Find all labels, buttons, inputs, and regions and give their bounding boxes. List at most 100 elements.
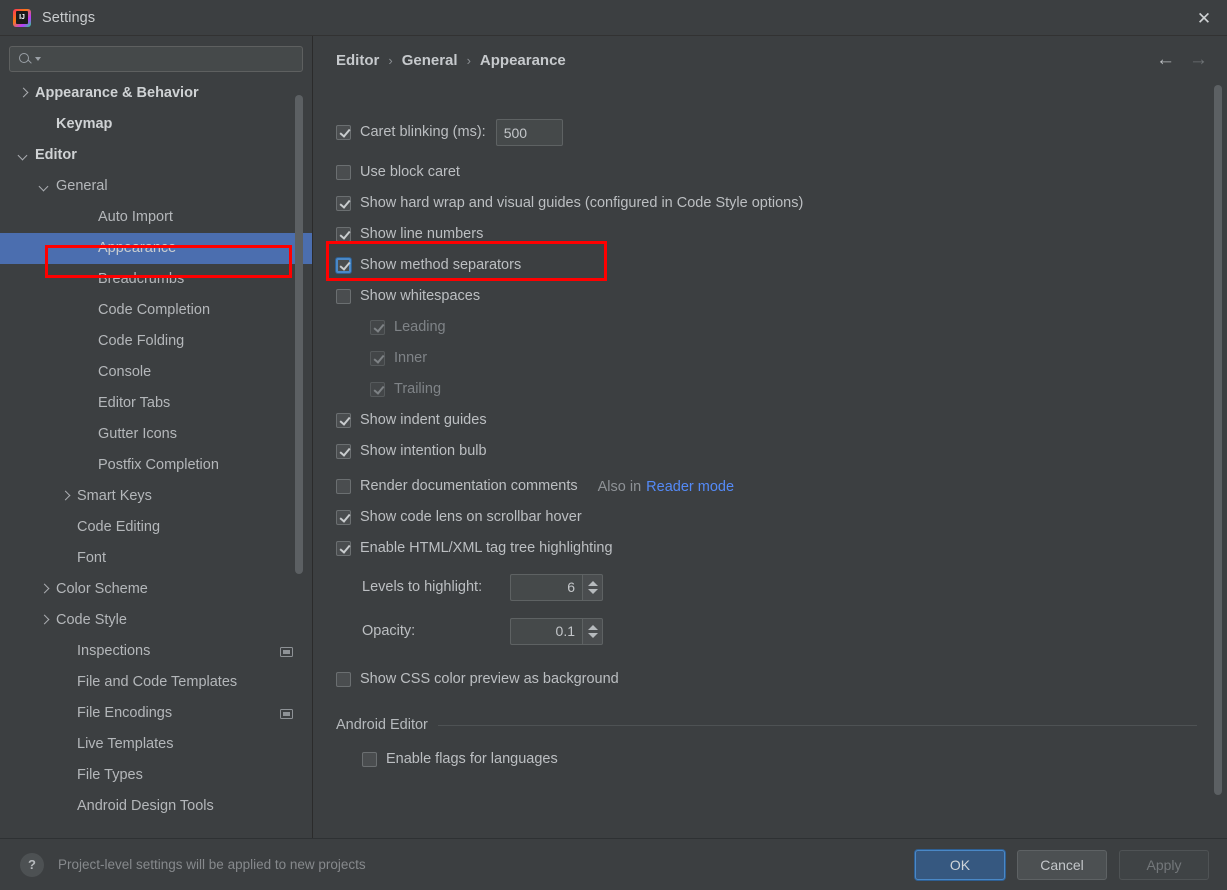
chevron-right-icon[interactable] — [39, 615, 50, 626]
project-level-icon — [280, 647, 293, 657]
opacity-spinner[interactable]: 0.1 — [510, 618, 603, 645]
sidebar-item-color-scheme[interactable]: Color Scheme — [0, 574, 312, 605]
arrow-right-icon[interactable]: → — [1189, 50, 1208, 69]
reader-mode-link[interactable]: Reader mode — [646, 479, 734, 495]
show-line-numbers-label: Show line numbers — [360, 227, 483, 242]
sidebar-item-label: Keymap — [56, 117, 112, 132]
chevron-right-icon[interactable] — [18, 88, 29, 99]
use-block-caret-checkbox[interactable] — [336, 165, 351, 180]
arrow-left-icon[interactable]: ← — [1156, 50, 1175, 69]
inner-label: Inner — [394, 351, 427, 366]
tree-spacer — [81, 212, 92, 223]
levels-to-highlight-value[interactable]: 6 — [510, 574, 582, 601]
opacity-spinner-buttons[interactable] — [582, 618, 603, 645]
chevron-right-icon[interactable] — [60, 491, 71, 502]
enable-html-xml-tag-tree-highlight-checkbox[interactable] — [336, 541, 351, 556]
sidebar-item-label: File and Code Templates — [77, 675, 237, 690]
caret-blinking-checkbox[interactable] — [336, 125, 351, 140]
sidebar-item-smart-keys[interactable]: Smart Keys — [0, 481, 312, 512]
sidebar-item-font[interactable]: Font — [0, 543, 312, 574]
show-whitespaces-label: Show whitespaces — [360, 289, 480, 304]
spinner-down-icon[interactable] — [588, 633, 598, 638]
cancel-button[interactable]: Cancel — [1017, 850, 1107, 880]
show-hard-wrap-and-visual-guides-c-checkbox[interactable] — [336, 196, 351, 211]
appearance-settings-content: Caret blinking (ms): 500 Use block caret… — [314, 80, 1227, 838]
sidebar-item-gutter-icons[interactable]: Gutter Icons — [0, 419, 312, 450]
apply-button: Apply — [1119, 850, 1209, 880]
spinner-down-icon[interactable] — [588, 589, 598, 594]
show-line-numbers-checkbox[interactable] — [336, 227, 351, 242]
show-code-lens-on-scrollbar-hover-checkbox[interactable] — [336, 510, 351, 525]
sidebar-item-editor-tabs[interactable]: Editor Tabs — [0, 388, 312, 419]
sidebar-item-code-folding[interactable]: Code Folding — [0, 326, 312, 357]
show-method-separators-checkbox[interactable] — [336, 258, 351, 273]
sidebar-item-code-editing[interactable]: Code Editing — [0, 512, 312, 543]
sidebar-item-label: Code Style — [56, 613, 127, 628]
sidebar-item-editor[interactable]: Editor — [0, 140, 312, 171]
levels-to-highlight-label: Levels to highlight: — [362, 580, 510, 595]
enable-flags-checkbox[interactable] — [362, 752, 377, 767]
sidebar-item-file-types[interactable]: File Types — [0, 760, 312, 791]
sidebar-item-android-design-tools[interactable]: Android Design Tools — [0, 791, 312, 822]
sidebar-item-label: Editor Tabs — [98, 396, 170, 411]
inner-checkbox — [370, 351, 385, 366]
main-scrollbar-thumb[interactable] — [1214, 85, 1222, 795]
sidebar-item-file-and-code-templates[interactable]: File and Code Templates — [0, 667, 312, 698]
sidebar-item-postfix-completion[interactable]: Postfix Completion — [0, 450, 312, 481]
sidebar-item-label: Inspections — [77, 644, 150, 659]
sidebar-item-label: File Types — [77, 768, 143, 783]
sidebar-item-inspections[interactable]: Inspections — [0, 636, 312, 667]
tree-spacer — [60, 801, 71, 812]
spinner-up-icon[interactable] — [588, 581, 598, 586]
sidebar-item-label: Editor — [35, 148, 77, 163]
close-icon[interactable]: ✕ — [1181, 0, 1227, 36]
breadcrumb-part-1[interactable]: General — [402, 52, 458, 69]
search-box[interactable] — [9, 46, 303, 72]
show-code-lens-on-scrollbar-hover-row: Show code lens on scrollbar hover — [336, 502, 1227, 533]
breadcrumb-part-0[interactable]: Editor — [336, 52, 379, 69]
sidebar-item-breadcrumbs[interactable]: Breadcrumbs — [0, 264, 312, 295]
breadcrumb: Editor›General›Appearance — [336, 52, 566, 69]
android-editor-section-title: Android Editor — [336, 717, 1227, 733]
sidebar-item-live-templates[interactable]: Live Templates — [0, 729, 312, 760]
breadcrumb-separator: › — [467, 53, 471, 68]
sidebar-item-general[interactable]: General — [0, 171, 312, 202]
sidebar-item-appearance-behavior[interactable]: Appearance & Behavior — [0, 78, 312, 109]
sidebar-scrollbar-thumb[interactable] — [295, 95, 303, 574]
chevron-down-icon[interactable] — [18, 150, 29, 161]
caret-blinking-input[interactable]: 500 — [496, 119, 563, 146]
search-input[interactable] — [41, 51, 296, 68]
sidebar-item-auto-import[interactable]: Auto Import — [0, 202, 312, 233]
inner-row: Inner — [336, 343, 1227, 374]
show-method-separators-row: Show method separators — [336, 250, 1227, 281]
tree-spacer — [81, 398, 92, 409]
chevron-right-icon[interactable] — [39, 584, 50, 595]
render-doc-comments-checkbox[interactable] — [336, 479, 351, 494]
sidebar-item-code-style[interactable]: Code Style — [0, 605, 312, 636]
question-mark-icon[interactable]: ? — [20, 853, 44, 877]
sidebar-item-label: General — [56, 179, 108, 194]
opacity-value[interactable]: 0.1 — [510, 618, 582, 645]
show-intention-bulb-row: Show intention bulb — [336, 436, 1227, 467]
sidebar-item-label: Smart Keys — [77, 489, 152, 504]
sidebar-item-keymap[interactable]: Keymap — [0, 109, 312, 140]
css-color-preview-row: Show CSS color preview as background — [336, 664, 1227, 695]
sidebar-item-appearance[interactable]: Appearance — [0, 233, 312, 264]
spinner-up-icon[interactable] — [588, 625, 598, 630]
caret-blinking-label: Caret blinking (ms): — [360, 125, 486, 140]
chevron-down-icon[interactable] — [39, 181, 50, 192]
ok-button[interactable]: OK — [915, 850, 1005, 880]
tree-spacer — [60, 770, 71, 781]
show-whitespaces-checkbox[interactable] — [336, 289, 351, 304]
sidebar-item-label: Android Design Tools — [77, 799, 214, 814]
sidebar-item-console[interactable]: Console — [0, 357, 312, 388]
breadcrumb-part-2[interactable]: Appearance — [480, 52, 566, 69]
css-color-preview-checkbox[interactable] — [336, 672, 351, 687]
levels-spinner-buttons[interactable] — [582, 574, 603, 601]
sidebar-item-file-encodings[interactable]: File Encodings — [0, 698, 312, 729]
sidebar-item-label: Postfix Completion — [98, 458, 219, 473]
levels-to-highlight-spinner[interactable]: 6 — [510, 574, 603, 601]
show-indent-guides-checkbox[interactable] — [336, 413, 351, 428]
sidebar-item-code-completion[interactable]: Code Completion — [0, 295, 312, 326]
show-intention-bulb-checkbox[interactable] — [336, 444, 351, 459]
